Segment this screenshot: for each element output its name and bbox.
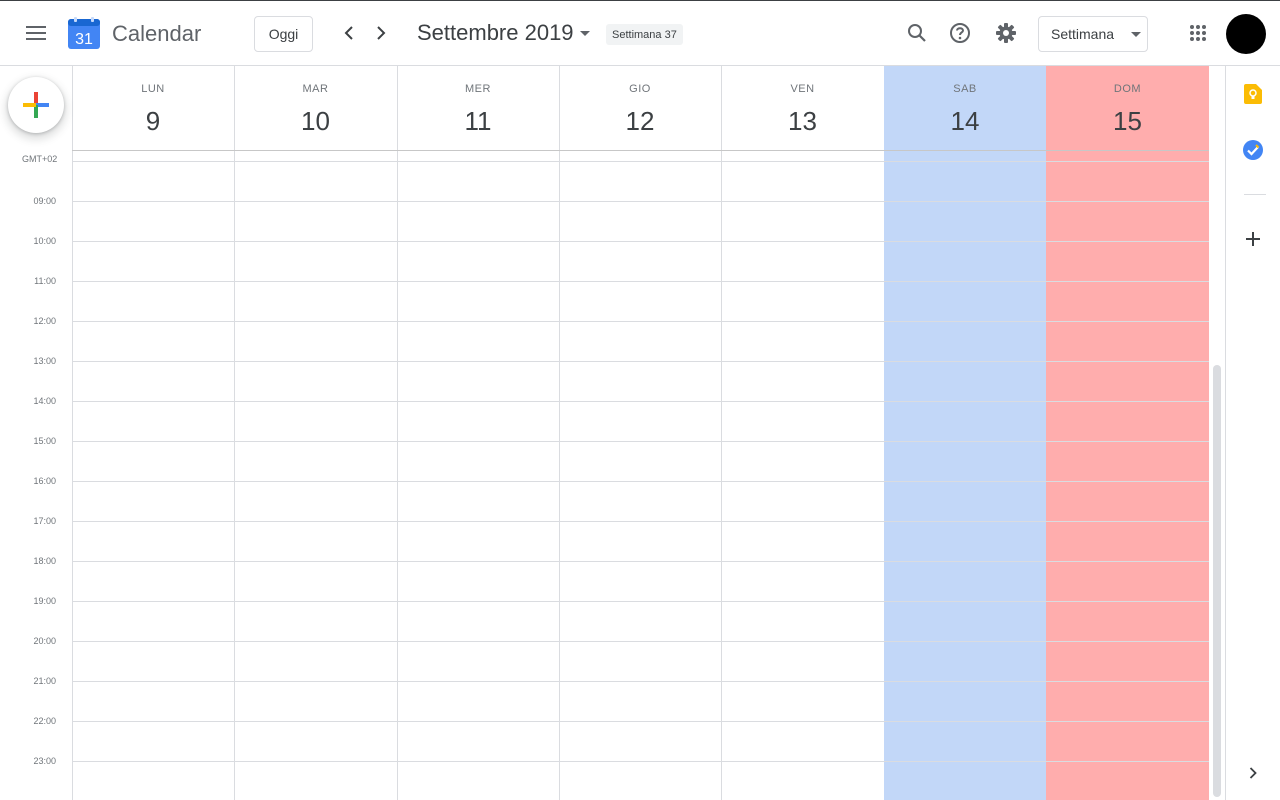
day-column-lun[interactable] [72, 66, 234, 800]
day-of-week-label: MAR [302, 83, 329, 95]
add-addon-button[interactable] [1239, 225, 1267, 253]
create-event-button[interactable] [8, 77, 64, 133]
hour-label: 20:00 [33, 636, 56, 646]
day-column-sab[interactable] [884, 66, 1046, 800]
hour-gridline [72, 281, 1209, 282]
app-title: Calendar [112, 21, 202, 46]
hour-label: 10:00 [33, 236, 56, 246]
tasks-button[interactable] [1239, 136, 1267, 164]
caret-down-icon[interactable] [1131, 32, 1141, 37]
keep-button[interactable] [1239, 80, 1267, 108]
hour-label: 17:00 [33, 516, 56, 526]
day-column-ven[interactable] [721, 66, 884, 800]
hour-label: 16:00 [33, 476, 56, 486]
hour-label: 15:00 [33, 436, 56, 446]
week-number-badge: Settimana 37 [606, 24, 683, 45]
hour-gridline [72, 241, 1209, 242]
hour-label: 19:00 [33, 596, 56, 606]
top-bar: 31 Calendar Oggi Settembre 2019 Settiman… [0, 0, 1280, 66]
day-header-dom[interactable]: DOM 15 [1046, 66, 1209, 150]
hour-gridline [72, 201, 1209, 202]
help-icon [950, 23, 970, 43]
day-number[interactable]: 15 [1046, 106, 1209, 137]
day-column-mer[interactable] [397, 66, 559, 800]
hour-label: 13:00 [33, 356, 56, 366]
hour-gridline [72, 401, 1209, 402]
day-of-week-label: MER [465, 83, 491, 95]
header-separator [72, 150, 1209, 151]
view-switcher-label: Settimana [1051, 26, 1115, 42]
day-header-gio[interactable]: GIO 12 [559, 66, 721, 150]
today-button[interactable]: Oggi [254, 16, 313, 52]
scrollbar-thumb[interactable] [1213, 365, 1221, 797]
day-of-week-label: DOM [1113, 83, 1142, 95]
search-icon [908, 24, 926, 42]
day-number[interactable]: 11 [397, 106, 559, 137]
day-header-sab[interactable]: SAB 14 [884, 66, 1046, 150]
day-header-ven[interactable]: VEN 13 [721, 66, 884, 150]
next-week-button[interactable] [361, 13, 401, 53]
account-avatar[interactable] [1226, 14, 1266, 54]
hour-label: 09:00 [33, 196, 56, 206]
hour-gridline [72, 681, 1209, 682]
hour-gridline [72, 761, 1209, 762]
hour-gridline [72, 441, 1209, 442]
chevron-right-icon [1249, 767, 1257, 779]
hour-gridline [72, 521, 1209, 522]
hour-label: 11:00 [34, 276, 56, 286]
period-title[interactable]: Settembre 2019 [417, 20, 574, 46]
menu-icon [26, 26, 46, 40]
hour-gridline [72, 361, 1209, 362]
day-number[interactable]: 10 [234, 106, 397, 137]
day-number[interactable]: 12 [559, 106, 721, 137]
apps-grid-icon [1190, 25, 1206, 41]
hour-label: 21:00 [33, 676, 56, 686]
day-number[interactable]: 14 [884, 106, 1046, 137]
hour-label: 12:00 [33, 316, 56, 326]
google-apps-button[interactable] [1178, 13, 1218, 53]
add-icon [1246, 232, 1260, 246]
day-column-dom[interactable] [1046, 66, 1209, 800]
logo-day-number: 31 [75, 31, 93, 48]
hour-label: 23:00 [33, 756, 56, 766]
chevron-left-icon [344, 26, 353, 40]
hour-gridline [72, 641, 1209, 642]
day-of-week-label: SAB [953, 83, 977, 95]
hour-gridline [72, 601, 1209, 602]
side-panel-divider [1244, 194, 1266, 195]
hour-label: 14:00 [33, 396, 56, 406]
caret-down-icon[interactable] [580, 31, 590, 36]
main-menu-button[interactable] [16, 13, 56, 53]
search-button[interactable] [897, 13, 937, 53]
expand-side-panel-button[interactable] [1239, 759, 1267, 787]
tasks-icon [1243, 140, 1263, 160]
hour-label: 18:00 [33, 556, 56, 566]
day-column-gio[interactable] [559, 66, 721, 800]
day-number[interactable]: 13 [721, 106, 884, 137]
day-header-mer[interactable]: MER 11 [397, 66, 559, 150]
keep-icon [1244, 84, 1262, 104]
settings-button[interactable] [986, 13, 1026, 53]
chevron-right-icon [377, 26, 386, 40]
day-header-lun[interactable]: LUN 9 [72, 66, 234, 150]
side-panel [1225, 66, 1280, 800]
hour-gridline [72, 561, 1209, 562]
add-colorful-icon [23, 92, 49, 118]
gear-icon [996, 23, 1016, 43]
help-button[interactable] [940, 13, 980, 53]
hour-gridline [72, 481, 1209, 482]
day-header-mar[interactable]: MAR 10 [234, 66, 397, 150]
day-column-mar[interactable] [234, 66, 397, 800]
day-number[interactable]: 9 [72, 106, 234, 137]
day-of-week-label: GIO [629, 83, 651, 95]
hour-gridline [72, 161, 1209, 162]
hour-label: 22:00 [33, 716, 56, 726]
day-of-week-label: LUN [141, 83, 165, 95]
hour-gridline [72, 721, 1209, 722]
calendar-logo-icon[interactable]: 31 [68, 17, 100, 49]
hour-gridline [72, 321, 1209, 322]
timezone-label: GMT+02 [22, 154, 58, 164]
day-of-week-label: VEN [790, 83, 815, 95]
